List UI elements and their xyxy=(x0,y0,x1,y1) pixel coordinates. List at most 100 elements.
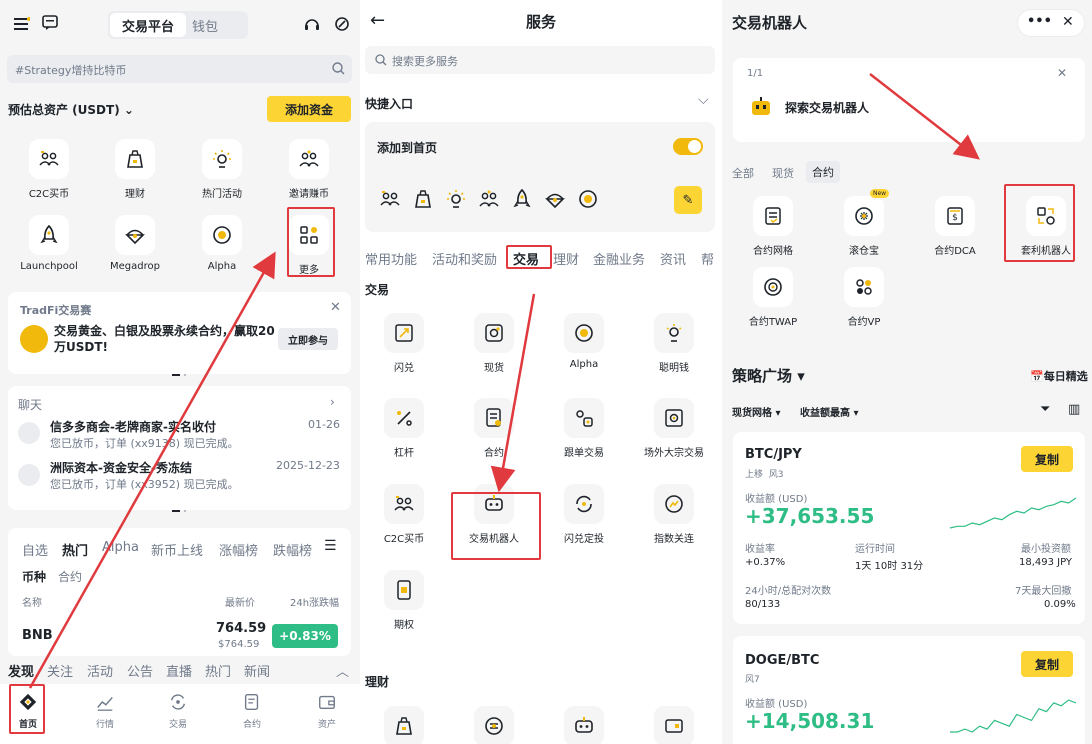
discover-tab[interactable]: 发现 xyxy=(8,661,34,680)
search-bar[interactable]: #Strategy增持比特币 xyxy=(7,55,352,83)
finance-icon[interactable] xyxy=(384,706,424,744)
card-icon[interactable] xyxy=(654,706,694,744)
daily-picks[interactable]: 📅每日精选 xyxy=(1030,368,1088,384)
notice-text[interactable]: 探索交易机器人 xyxy=(785,99,869,116)
margin-icon[interactable] xyxy=(384,398,424,438)
chevron-up-icon[interactable]: ︿ xyxy=(336,661,349,680)
bot-icon[interactable] xyxy=(564,706,604,744)
market-icon[interactable] xyxy=(95,692,115,712)
chat-name-2[interactable]: 洲际资本-资金安全-秀冻结 xyxy=(50,459,192,476)
more-icon[interactable] xyxy=(289,215,329,255)
alpha-icon[interactable] xyxy=(564,313,604,353)
service-tab[interactable]: 资讯 xyxy=(660,249,686,268)
market-tab[interactable]: Alpha xyxy=(102,540,139,555)
auto-invest-icon[interactable] xyxy=(564,484,604,524)
close-icon[interactable]: ✕ xyxy=(1057,66,1067,80)
service-tab[interactable]: 金融业务 xyxy=(593,249,645,268)
market-tab[interactable]: 热门 xyxy=(62,540,88,559)
strategy-card-1[interactable]: BTC/JPY 上移 风3 复制 收益额 (USD) +37,653.55 收益… xyxy=(733,432,1085,624)
earn-icon[interactable] xyxy=(474,706,514,744)
discover-tab[interactable]: 活动 xyxy=(87,661,113,680)
plaza-title[interactable]: 策略广场 ▾ xyxy=(732,365,805,386)
discover-tab[interactable]: 热门 xyxy=(205,661,231,680)
chat-name-1[interactable]: 信多多商会-老牌商家-实名收付 xyxy=(50,418,216,435)
arbitrage-bot-icon[interactable] xyxy=(1026,196,1066,236)
subtab-coin[interactable]: 币种 xyxy=(22,568,46,585)
strategy-card-2[interactable]: DOGE/BTC 风7 复制 收益额 (USD) +14,508.31 xyxy=(733,636,1085,744)
join-now-button[interactable]: 立即参与 xyxy=(278,328,338,350)
hot-activity-icon[interactable] xyxy=(202,139,242,179)
chevron-down-icon[interactable]: ⌵ xyxy=(698,92,709,108)
copy-button[interactable]: 复制 xyxy=(1021,651,1073,677)
market-tab[interactable]: 新币上线 xyxy=(151,540,203,559)
row-symbol[interactable]: BNB xyxy=(22,628,53,643)
trade-icon[interactable] xyxy=(168,692,188,712)
discover-tab[interactable]: 新闻 xyxy=(244,661,270,680)
discover-tab[interactable]: 公告 xyxy=(127,661,153,680)
close-icon[interactable]: ✕ xyxy=(1062,14,1074,30)
index-link-icon[interactable] xyxy=(654,484,694,524)
futures-twap-icon[interactable] xyxy=(753,267,793,307)
futures-vp-icon[interactable] xyxy=(844,267,884,307)
filter-sort[interactable]: 收益额最高 ▾ xyxy=(800,404,859,419)
filter-icon[interactable]: ⏷ xyxy=(1040,402,1050,417)
tab-platform[interactable]: 交易平台 xyxy=(110,13,186,37)
finance-icon[interactable] xyxy=(412,188,434,210)
copy-button[interactable]: 复制 xyxy=(1021,446,1073,472)
menu-icon[interactable] xyxy=(14,16,31,35)
copy-trade-icon[interactable] xyxy=(564,398,604,438)
megadrop-icon[interactable] xyxy=(544,188,566,210)
close-icon[interactable]: ✕ xyxy=(330,300,341,315)
estimated-assets-label[interactable]: 预估总资产 (USDT) ⌄ xyxy=(8,101,134,118)
edit-icon[interactable]: ✎ xyxy=(674,186,702,214)
service-search[interactable]: 搜索更多服务 xyxy=(365,46,715,74)
c2c-icon[interactable] xyxy=(384,484,424,524)
book-icon[interactable]: ▥ xyxy=(1068,402,1080,417)
assets-icon[interactable] xyxy=(317,692,337,712)
alpha-icon[interactable] xyxy=(202,215,242,255)
launchpool-icon[interactable] xyxy=(511,188,533,210)
bot-filter[interactable]: 合约 xyxy=(806,161,840,183)
service-tab[interactable]: 活动和奖励 xyxy=(432,249,497,268)
message-icon[interactable] xyxy=(42,15,58,35)
megadrop-icon[interactable] xyxy=(115,215,155,255)
subtab-contract[interactable]: 合约 xyxy=(58,568,82,585)
add-home-toggle[interactable] xyxy=(673,138,703,155)
market-tab[interactable]: 跌幅榜 xyxy=(273,540,312,559)
market-tab[interactable]: 自选 xyxy=(22,540,48,559)
futures-icon[interactable] xyxy=(242,692,262,712)
more-icon[interactable]: ••• xyxy=(1027,14,1052,29)
finance-icon[interactable] xyxy=(115,139,155,179)
row-change[interactable]: +0.83% xyxy=(272,624,338,648)
futures-dca-icon[interactable]: $ xyxy=(935,196,975,236)
futures-grid-icon[interactable] xyxy=(753,196,793,236)
bot-filter[interactable]: 全部 xyxy=(732,165,754,181)
market-tab[interactable]: 涨幅榜 xyxy=(219,540,258,559)
otc-icon[interactable] xyxy=(654,398,694,438)
launchpool-icon[interactable] xyxy=(29,215,69,255)
c2c-icon[interactable] xyxy=(379,188,401,210)
c2c-icon[interactable] xyxy=(29,139,69,179)
filter-spot-grid[interactable]: 现货网格 ▾ xyxy=(732,404,781,419)
futures-icon[interactable] xyxy=(474,398,514,438)
spot-icon[interactable] xyxy=(474,313,514,353)
trading-bot-icon[interactable] xyxy=(474,484,514,524)
tradfi-card[interactable]: TradFi交易赛 ✕ 交易黄金、白银及股票永续合约，赢取20 万USDT! 立即… xyxy=(8,292,351,376)
smart-money-icon[interactable] xyxy=(654,313,694,353)
chevron-right-icon[interactable]: › xyxy=(330,395,335,409)
alpha-icon[interactable] xyxy=(577,188,599,210)
share-icon[interactable] xyxy=(334,16,350,36)
home-icon[interactable] xyxy=(18,692,38,712)
discover-tab[interactable]: 直播 xyxy=(166,661,192,680)
discover-tab[interactable]: 关注 xyxy=(47,661,73,680)
invite-icon[interactable] xyxy=(478,188,500,210)
roll-position-icon[interactable] xyxy=(844,196,884,236)
headset-icon[interactable] xyxy=(304,16,320,36)
bot-filter[interactable]: 现货 xyxy=(772,165,794,181)
swap-icon[interactable] xyxy=(384,313,424,353)
service-tab[interactable]: 交易 xyxy=(513,249,539,268)
invite-icon[interactable] xyxy=(289,139,329,179)
hot-activity-icon[interactable] xyxy=(445,188,467,210)
tab-wallet[interactable]: 钱包 xyxy=(192,16,218,35)
service-tab[interactable]: 帮 xyxy=(701,249,714,268)
